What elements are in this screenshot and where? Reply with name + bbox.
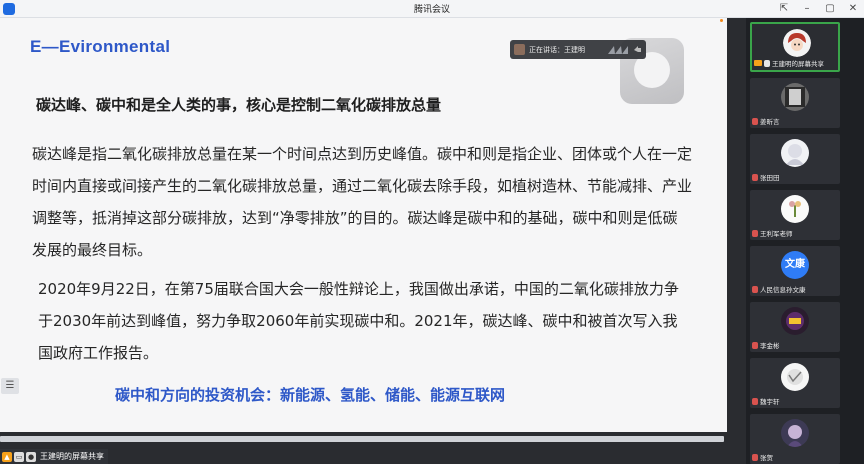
photo-avatar xyxy=(781,419,809,447)
speaking-label: 正在讲话：王建明 xyxy=(529,45,585,54)
window-controls: ⇱ – ▢ ✕ xyxy=(777,1,860,16)
pin-icon[interactable]: ⇱ xyxy=(777,1,791,16)
participant-tile[interactable]: 王建明的屏幕共享 xyxy=(750,22,840,72)
participant-tile[interactable]: 王利军老师 xyxy=(750,190,840,240)
participant-tile[interactable]: 魏宇轩 xyxy=(750,358,840,408)
minimize-button[interactable]: – xyxy=(800,1,814,16)
title-bar: 腾讯会议 ⇱ – ▢ ✕ xyxy=(0,0,864,18)
photo-avatar xyxy=(781,139,809,167)
participant-name: 姜昕言 xyxy=(760,118,780,126)
participants-panel: 王建明的屏幕共享 姜昕言 张田田 王利军老师 文康 人民信息孙文康 李金彬 魏宇… xyxy=(746,18,864,464)
participant-name-row: 王利军老师 xyxy=(752,228,793,238)
indicator-dot xyxy=(720,19,723,22)
scrollbar-thumb[interactable] xyxy=(0,436,724,442)
screen-icon: ▭ xyxy=(14,451,24,462)
participant-name: 王利军老师 xyxy=(760,230,793,238)
participant-name: 王建明的屏幕共享 xyxy=(772,60,824,68)
text-avatar: 文康 xyxy=(781,251,809,279)
list-toggle-button[interactable]: ☰ xyxy=(1,378,19,394)
speaking-indicator: 正在讲话：王建明 xyxy=(510,40,646,59)
window-title: 腾讯会议 xyxy=(413,5,450,15)
participant-tile[interactable]: 张田田 xyxy=(750,134,840,184)
mic-muted-icon xyxy=(752,453,758,461)
close-button[interactable]: ✕ xyxy=(846,1,860,16)
cartoon-girl-avatar xyxy=(783,29,811,57)
participant-name-row: 李金彬 xyxy=(752,340,780,350)
participant-tile[interactable]: 张贺 xyxy=(750,414,840,464)
participant-name: 张田田 xyxy=(760,174,780,182)
slide-callout: 碳中和方向的投资机会：新能源、氢能、储能、能源互联网 xyxy=(115,386,506,404)
participant-name: 张贺 xyxy=(760,454,773,462)
photo-avatar xyxy=(781,83,809,111)
share-bar-label: 王建明的屏幕共享 xyxy=(40,452,104,461)
participant-name-row: 魏宇轩 xyxy=(752,396,780,406)
participant-name-row: 姜昕言 xyxy=(752,116,780,126)
participant-name: 人民信息孙文康 xyxy=(760,286,806,294)
photo-avatar xyxy=(781,363,809,391)
slide-paragraph-2: 2020年9月22日，在第75届联合国大会一般性辩论上，我国做出承诺，中国的二氧… xyxy=(38,280,679,362)
participant-name-row: 王建明的屏幕共享 xyxy=(754,58,824,68)
mic-muted-icon xyxy=(752,285,758,293)
audio-wave-icon xyxy=(607,45,629,55)
participant-tile[interactable]: 文康 人民信息孙文康 xyxy=(750,246,840,296)
mic-icon: ● xyxy=(26,451,36,462)
mic-muted-icon xyxy=(752,397,758,405)
photo-avatar xyxy=(781,195,809,223)
mic-muted-icon xyxy=(752,173,758,181)
speaker-avatar xyxy=(514,44,525,55)
participant-name: 李金彬 xyxy=(760,342,780,350)
expand-icon[interactable] xyxy=(633,45,642,54)
participant-name-row: 人民信息孙文康 xyxy=(752,284,806,294)
mic-muted-icon xyxy=(752,117,758,125)
participant-name: 魏宇轩 xyxy=(760,398,780,406)
slide-paragraph-1: 碳达峰是指二氧化碳排放总量在某一个时间点达到历史峰值。碳中和则是指企业、团体或个… xyxy=(32,145,693,259)
screen-share-bar: ▲ ▭ ● 王建明的屏幕共享 xyxy=(0,449,108,464)
mic-icon xyxy=(764,59,770,67)
participant-name-row: 张贺 xyxy=(752,452,773,462)
share-icon: ▲ xyxy=(2,451,12,462)
participant-tile[interactable]: 姜昕言 xyxy=(750,78,840,128)
participant-name-row: 张田田 xyxy=(752,172,780,182)
camera-icon xyxy=(754,60,762,66)
mic-muted-icon xyxy=(752,229,758,237)
photo-avatar xyxy=(781,307,809,335)
participant-tile[interactable]: 李金彬 xyxy=(750,302,840,352)
shared-slide: E—Evironmental 碳达峰、碳中和是全人类的事，核心是控制二氧化碳排放… xyxy=(0,18,727,432)
maximize-button[interactable]: ▢ xyxy=(823,1,837,16)
mic-muted-icon xyxy=(752,341,758,349)
horizontal-scrollbar[interactable] xyxy=(0,432,727,446)
slide-subheading: 碳达峰、碳中和是全人类的事，核心是控制二氧化碳排放总量 xyxy=(36,96,442,114)
slide-heading: E—Evironmental xyxy=(30,37,171,56)
